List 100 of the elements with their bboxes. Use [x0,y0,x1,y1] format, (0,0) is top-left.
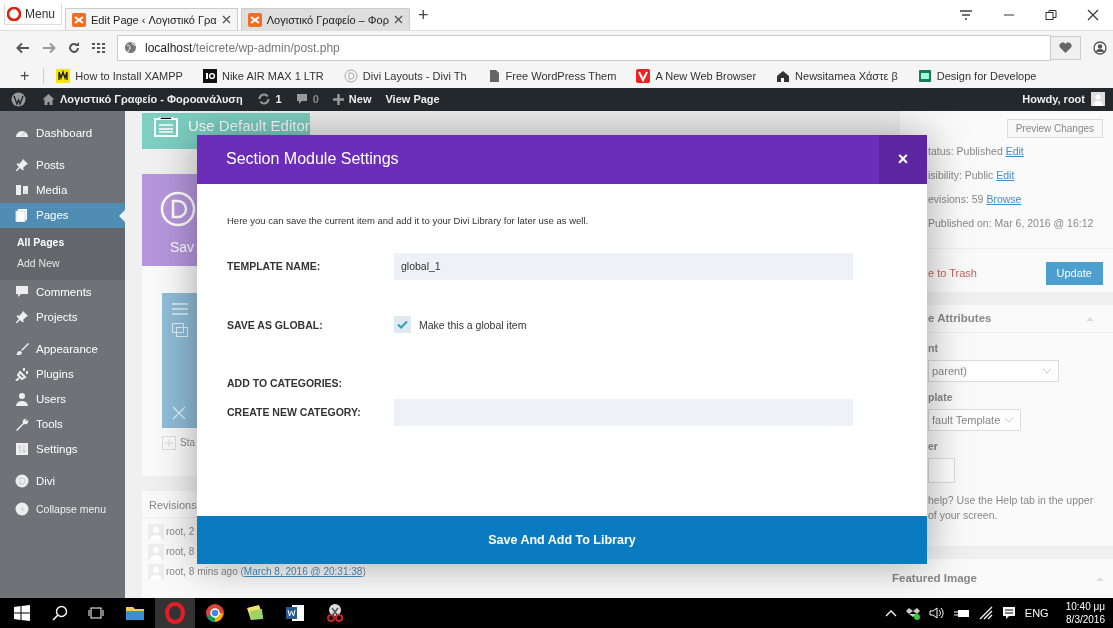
field-label: CREATE NEW CATEGORY: [227,406,362,419]
bookmark-link[interactable]: Nike AIR MAX 1 LTR [221,70,324,82]
duplicate-icon [172,322,188,337]
view-page-link[interactable]: View Page [385,93,440,106]
wordpress-logo-icon[interactable] [11,91,26,107]
opera-logo-icon [7,6,21,21]
builder-button[interactable]: Sav [160,238,195,255]
browser-tab[interactable]: Edit Page ‹ Λογιστικό Γρα [65,8,238,30]
task-view-icon[interactable] [88,606,104,620]
v-logo-icon [636,69,651,83]
bookmark-link[interactable]: Free WordPress Them [505,70,617,82]
bookmark-link[interactable]: A New Web Browser [655,70,757,82]
update-button[interactable]: Update [1045,261,1103,285]
sidebar-item[interactable]: Dashboard [0,120,125,146]
text-field[interactable]: global_1 [394,252,853,280]
lettermark-icon [56,69,71,83]
speed-dial-grid-icon[interactable] [92,42,105,53]
save-to-library-button[interactable]: Save And Add To Library [197,515,927,564]
sidebar-item[interactable]: Comments [0,279,125,305]
language-indicator[interactable]: ENG [1024,607,1049,619]
wrench-icon [15,417,29,432]
close-icon[interactable] [221,15,231,24]
bookmark-link[interactable]: Newsitamea Χάστε β [795,70,898,82]
chevron-down-icon [1042,367,1052,374]
field-label: nt [928,341,939,356]
plug-icon [15,367,29,382]
account-icon[interactable] [1093,40,1107,55]
template-select[interactable]: fault Template [928,408,1022,431]
notification-icon[interactable] [1001,606,1016,620]
submenu-item[interactable]: Add New [0,252,125,274]
word-document-icon [284,602,306,624]
battery-plug-icon[interactable] [953,607,970,619]
preview-changes-button[interactable]: Preview Changes [1006,118,1103,138]
sidebar-item[interactable]: Projects [0,304,125,330]
search-icon[interactable] [52,605,68,621]
sidebar-item[interactable]: Posts [0,152,125,178]
sidebar-item[interactable]: Appearance [0,336,125,362]
menu-button[interactable]: Menu [4,3,63,25]
sidebar-item[interactable]: Divi [0,468,125,494]
pages-icon [15,208,29,223]
globe-icon [124,41,137,54]
sidebar-item[interactable]: Settings [0,436,125,462]
refresh-icon [256,93,271,106]
card-title: Featured Image [892,572,977,585]
trash-link[interactable]: e to Trash [928,267,977,280]
bookmark-link[interactable]: Design for Develope [936,70,1037,82]
sidebar-item[interactable]: Pages [0,202,125,228]
order-field[interactable] [928,457,955,483]
tab-menu-icon[interactable] [959,9,973,21]
checkbox[interactable] [394,316,411,334]
monitor-icon [917,69,932,83]
sidebar-item[interactable]: Tools [0,411,125,437]
edit-link[interactable]: Browse [986,192,1022,205]
clock[interactable]: 10:40 μμ 8/3/2016 [1065,600,1105,626]
opera-logo-icon [164,602,186,624]
comments-count[interactable]: 0 [312,93,319,106]
sidebar-item[interactable]: Users [0,386,125,412]
updates-count[interactable]: 1 [275,93,282,106]
speaker-icon[interactable] [928,606,945,620]
paint-brush-icon [15,342,29,357]
close-icon[interactable] [1087,9,1099,21]
card-title: e Attributes [928,312,992,325]
edit-link[interactable]: Edit [1005,144,1024,157]
browser-tab[interactable]: Λογιστικό Γραφείο – Φορ [240,8,410,30]
close-button[interactable]: × [879,134,927,184]
bookmark-link[interactable]: Divi Layouts - Divi Th [362,70,467,82]
address-field[interactable]: localhost/teicrete/wp-admin/post.php [117,34,1051,61]
pushpin-icon [15,158,29,173]
chevron-up-icon[interactable] [884,609,897,617]
add-row-link[interactable]: Sta [180,437,195,449]
publish-status-line: isibility: Public Edit [928,168,1016,183]
windows-start-icon[interactable] [14,605,30,621]
reload-icon[interactable] [68,41,80,54]
app-favicon-icon [72,12,87,27]
edit-link[interactable]: Edit [996,168,1015,181]
back-icon[interactable] [16,41,30,54]
bookmark-heart-button[interactable] [1051,35,1081,60]
sidebar-item[interactable]: Media [0,177,125,203]
dropbox-icon[interactable] [905,606,920,620]
field-label: TEMPLATE NAME: [227,260,322,273]
document-icon [154,116,178,137]
publish-status-line: evisions: 59 Browse [928,192,1023,207]
site-name-link[interactable]: Λογιστικό Γραφείο - Φοροανάλυση [60,93,243,106]
greeting-link[interactable]: Howdy, root [1022,93,1085,106]
intro-text: Here you can save the current item and add it to your Divi Library for later use as well. [227,213,590,228]
restore-icon[interactable] [1045,9,1057,21]
app-favicon-icon [247,12,262,27]
forward-icon[interactable] [42,41,56,54]
sidebar-item[interactable]: Plugins [0,361,125,387]
new-link[interactable]: New [348,93,372,106]
close-icon[interactable] [393,15,403,24]
bookmark-link[interactable]: How to Install XAMPP [75,70,183,82]
submenu-item[interactable]: All Pages [0,231,125,253]
parent-select[interactable]: parent) [928,359,1059,382]
field-label: plate [928,390,954,405]
pushpin-icon [15,310,29,325]
add-bookmark-button[interactable]: + [20,67,30,85]
field-label: ADD TO CATEGORIES: [227,376,344,389]
new-tab-button[interactable]: + [417,5,429,26]
collapse-menu-button[interactable]: Collapse menu [0,496,125,522]
